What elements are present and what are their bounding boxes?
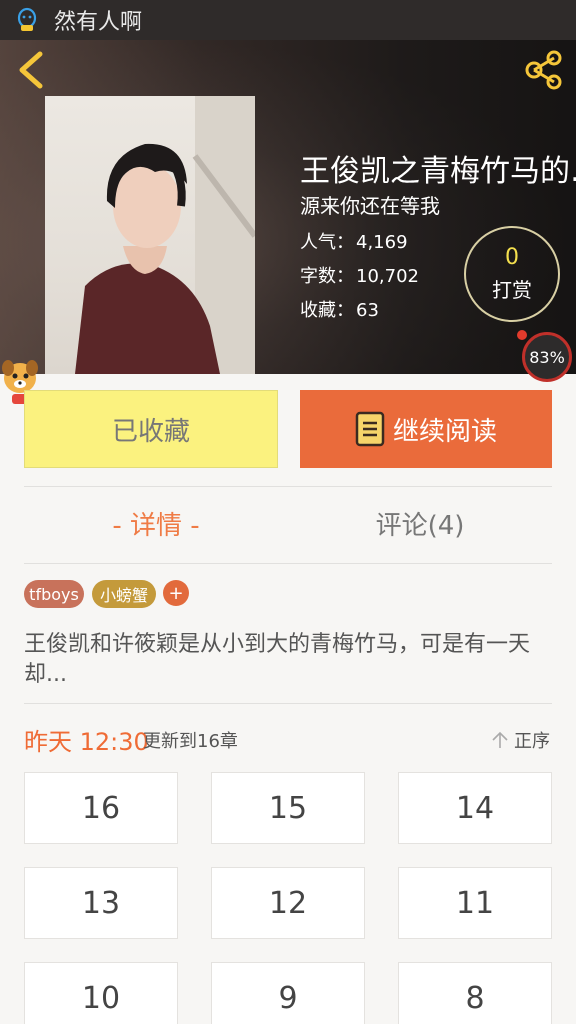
add-tag-button[interactable]: + — [163, 580, 189, 606]
reward-button[interactable]: 0 打赏 — [464, 226, 560, 322]
chapter-button[interactable]: 10 — [24, 962, 178, 1024]
arrow-up-icon — [492, 731, 508, 748]
divider — [24, 563, 552, 564]
update-time: 昨天 12:30 — [24, 728, 149, 756]
chapter-button[interactable]: 13 — [24, 867, 178, 939]
chapter-button[interactable]: 14 — [398, 772, 552, 844]
chevron-left-icon — [19, 51, 43, 89]
continue-reading-label: 继续阅读 — [392, 416, 497, 447]
stat-popularity: 人气： 4,169 — [300, 232, 408, 253]
notification-dot — [517, 330, 527, 340]
status-bar: 然有人啊 — [0, 0, 576, 40]
book-cover[interactable] — [45, 96, 255, 374]
back-button[interactable] — [14, 50, 48, 90]
divider — [24, 703, 552, 704]
qq-icon — [14, 7, 40, 33]
chapter-button[interactable]: 15 — [211, 772, 365, 844]
status-bar-title: 然有人啊 — [54, 10, 143, 35]
cover-image — [75, 96, 255, 374]
tag-chip[interactable]: 小螃蟹 — [92, 580, 156, 608]
book-author[interactable]: 源来你还在等我 — [300, 190, 440, 219]
book-description[interactable]: 王俊凯和许筱颖是从小到大的青梅竹马，可是有一天却... — [24, 630, 552, 690]
chapter-button[interactable]: 16 — [24, 772, 178, 844]
stat-word-count: 字数： 10,702 — [300, 266, 419, 287]
share-icon — [525, 50, 562, 90]
share-button[interactable] — [522, 48, 566, 92]
reward-label: 打赏 — [492, 278, 532, 302]
book-title: 王俊凯之青梅竹马的… — [300, 154, 576, 189]
chapter-button[interactable]: 11 — [398, 867, 552, 939]
sort-order-button[interactable]: 正序 — [490, 727, 550, 753]
progress-badge[interactable]: 83% — [522, 332, 572, 382]
reward-count: 0 — [505, 245, 519, 270]
stat-favorites: 收藏： 63 — [300, 300, 379, 321]
divider — [24, 486, 552, 487]
continue-reading-button[interactable]: 继续阅读 — [300, 390, 552, 468]
chapter-button[interactable]: 8 — [398, 962, 552, 1024]
book-icon — [355, 411, 385, 447]
tab-details[interactable]: - 详情 - — [24, 505, 288, 542]
sort-order-label: 正序 — [514, 731, 550, 752]
chapter-button[interactable]: 9 — [211, 962, 365, 1024]
tab-comments[interactable]: 评论(4) — [288, 505, 552, 542]
favorited-button[interactable]: 已收藏 — [24, 390, 278, 468]
chapter-button[interactable]: 12 — [211, 867, 365, 939]
tag-chip[interactable]: tfboys — [24, 580, 84, 608]
update-text: 更新到16章 — [143, 731, 238, 752]
book-header: 王俊凯之青梅竹马的… 源来你还在等我 人气： 4,169 字数： 10,702 收藏… — [0, 40, 576, 374]
